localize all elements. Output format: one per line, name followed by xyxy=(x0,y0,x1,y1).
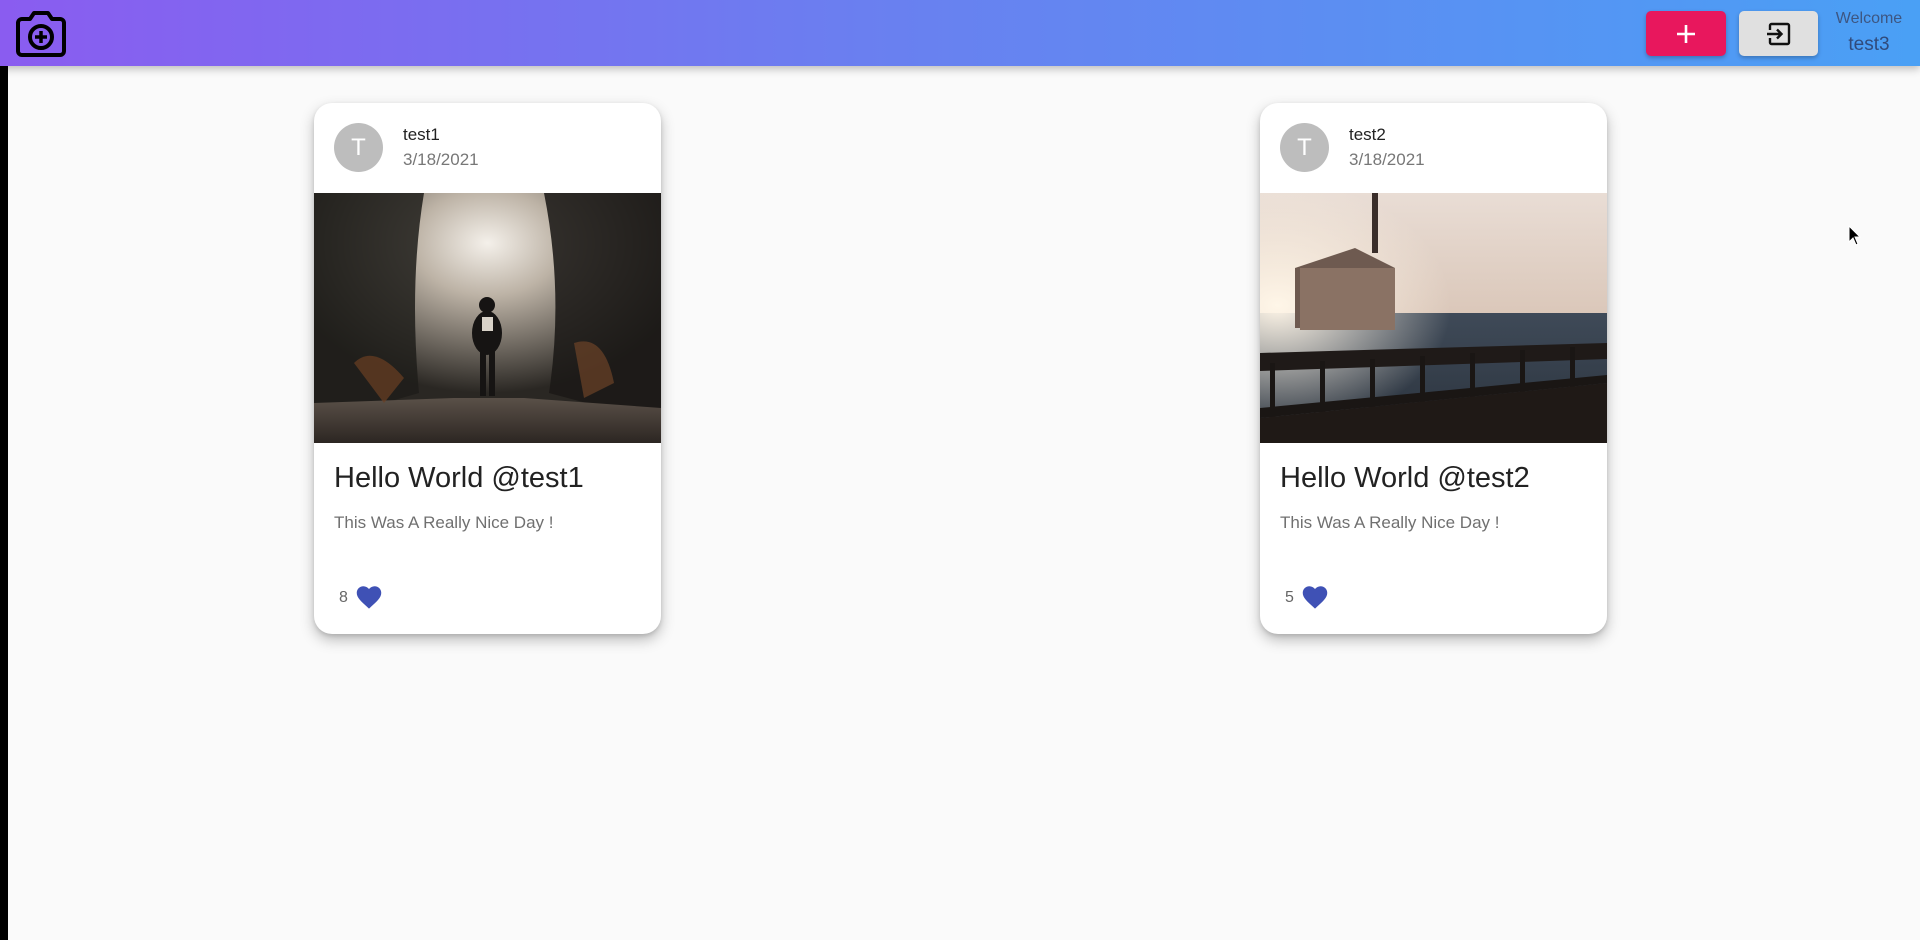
like-count: 5 xyxy=(1285,589,1294,606)
logout-button[interactable] xyxy=(1739,11,1818,56)
post-body: This Was A Really Nice Day ! xyxy=(334,513,554,532)
post-title: Hello World @test2 xyxy=(1280,462,1530,494)
logout-icon xyxy=(1765,22,1790,45)
window-edge xyxy=(0,0,8,940)
add-post-button[interactable] xyxy=(1646,11,1726,56)
user-greeting: Welcome test3 xyxy=(1829,10,1909,56)
current-username: test3 xyxy=(1848,34,1890,55)
post-header: T test2 3/18/2021 xyxy=(1260,103,1607,193)
avatar: T xyxy=(1280,123,1329,172)
post-actions: 5 xyxy=(1260,573,1607,623)
welcome-label: Welcome xyxy=(1835,10,1903,27)
post-title: Hello World @test1 xyxy=(334,462,584,494)
avatar: T xyxy=(334,123,383,172)
post-image-forest-path xyxy=(314,193,661,443)
camera-logo-icon[interactable] xyxy=(14,10,68,58)
post-author: test2 xyxy=(1349,125,1386,144)
post-card: T test2 3/18/2021 Hello World @test2 Thi… xyxy=(1260,103,1607,634)
heart-icon[interactable] xyxy=(355,584,383,610)
post-body: This Was A Really Nice Day ! xyxy=(1280,513,1500,532)
app-bar: Welcome test3 xyxy=(0,0,1920,66)
heart-icon[interactable] xyxy=(1301,584,1329,610)
post-card: T test1 3/18/2021 Hello World @test1 Thi… xyxy=(314,103,661,634)
plus-icon xyxy=(1677,24,1695,43)
mouse-cursor-icon xyxy=(1848,225,1862,246)
post-header: T test1 3/18/2021 xyxy=(314,103,661,193)
post-date: 3/18/2021 xyxy=(403,150,479,169)
post-date: 3/18/2021 xyxy=(1349,150,1425,169)
like-count: 8 xyxy=(339,589,348,606)
post-image-pier-sunset xyxy=(1260,193,1607,443)
post-actions: 8 xyxy=(314,573,661,623)
post-author: test1 xyxy=(403,125,440,144)
